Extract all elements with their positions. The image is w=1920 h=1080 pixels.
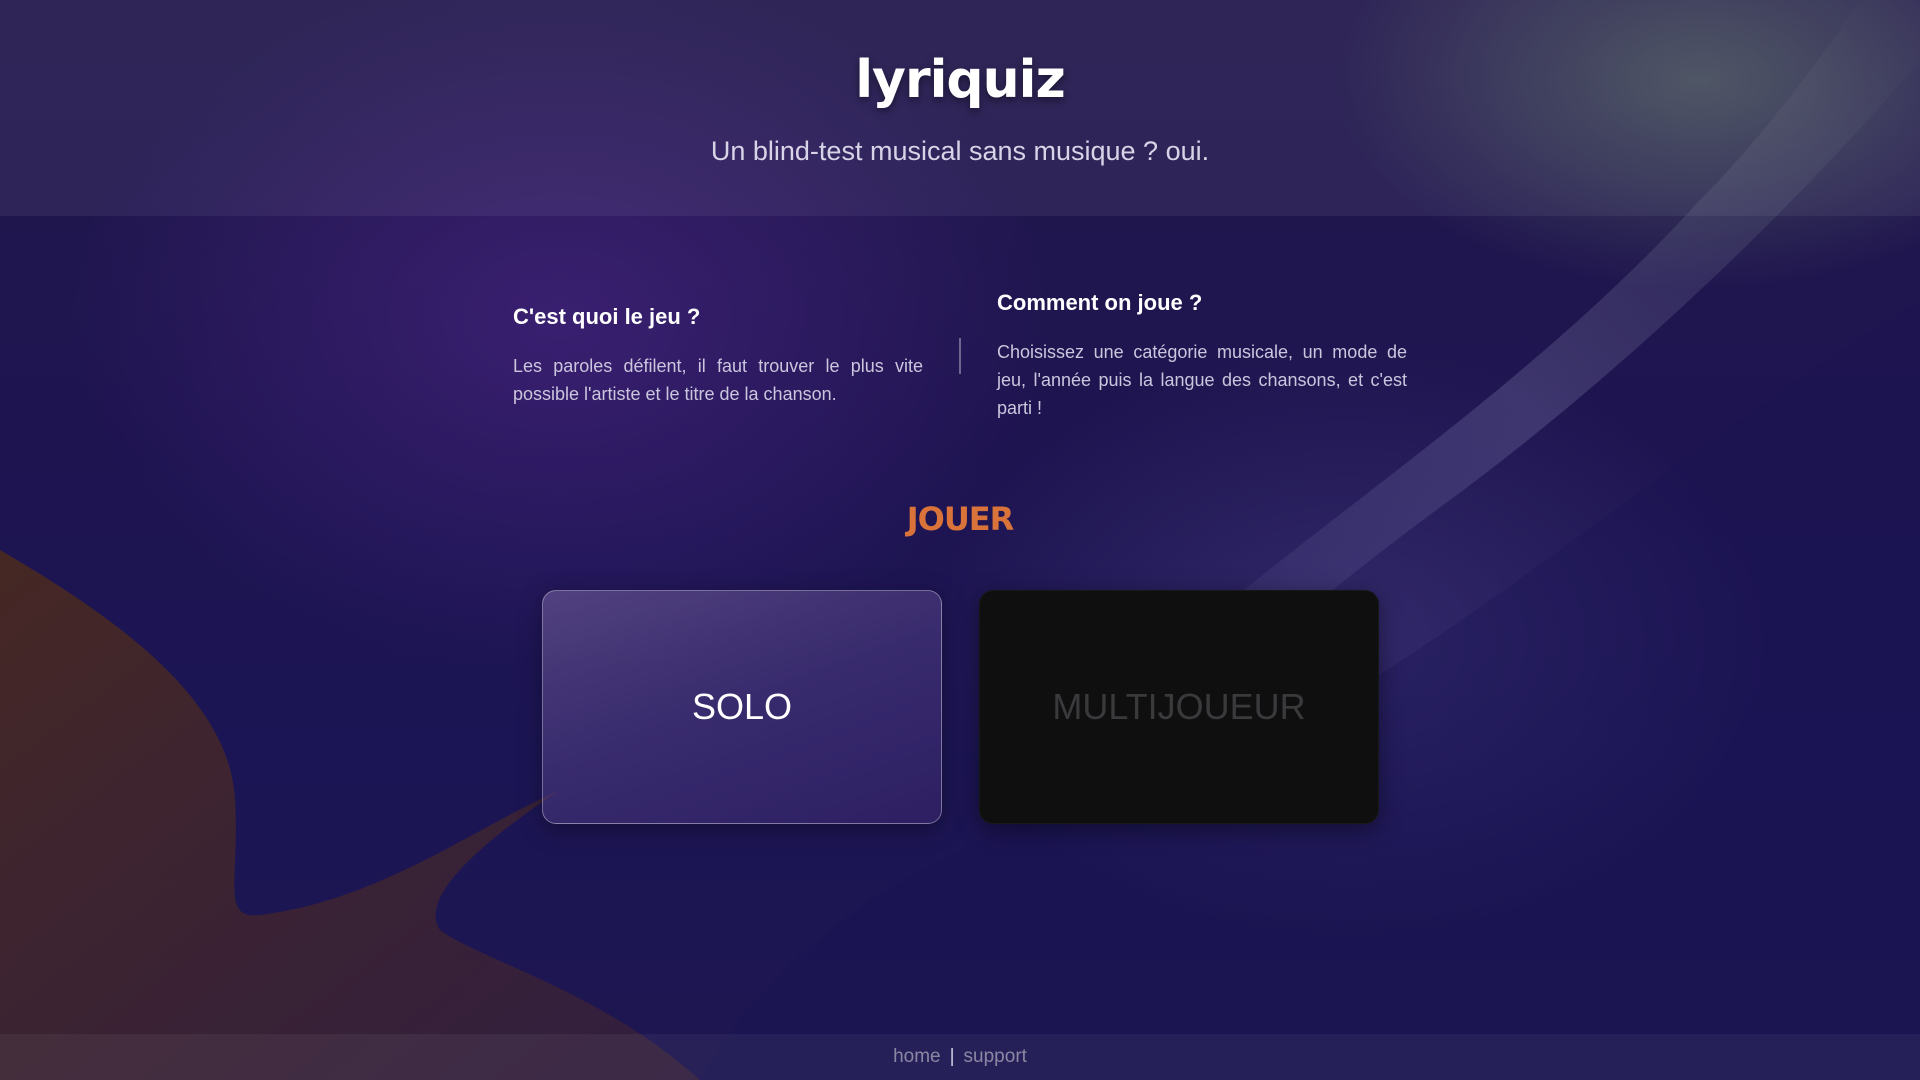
solo-mode-button[interactable]: SOLO [542, 590, 942, 824]
info-divider [959, 338, 961, 374]
info-how-title: Comment on joue ? [997, 290, 1203, 315]
solo-mode-label: SOLO [691, 686, 793, 727]
info-what-title: C'est quoi le jeu ? [513, 304, 701, 329]
page: lyriquiz Un blind-test musical sans musi… [0, 0, 1920, 1080]
tagline: Un blind-test musical sans musique ? oui… [710, 136, 1210, 166]
multiplayer-mode-label: MULTIJOUEUR [1052, 686, 1306, 727]
multiplayer-mode-button[interactable]: MULTIJOUEUR [979, 590, 1379, 824]
footer-home-link[interactable]: home [893, 1046, 941, 1068]
site-logo[interactable]: lyriquiz [0, 50, 1920, 110]
info-what-is-it: C'est quoi le jeu ? Les paroles défilent… [513, 304, 923, 408]
info-what-text: Les paroles défilent, il faut trouver le… [513, 356, 923, 404]
footer: home | support [0, 1034, 1920, 1080]
info-how-text: Choisissez une catégorie musicale, un mo… [997, 342, 1407, 418]
header: lyriquiz Un blind-test musical sans musi… [0, 0, 1920, 216]
info-how-to-play: Comment on joue ? Choisissez une catégor… [997, 290, 1407, 422]
footer-support-link[interactable]: support [964, 1046, 1027, 1068]
footer-separator: | [949, 1046, 955, 1067]
play-heading: JOUER [906, 500, 1015, 538]
